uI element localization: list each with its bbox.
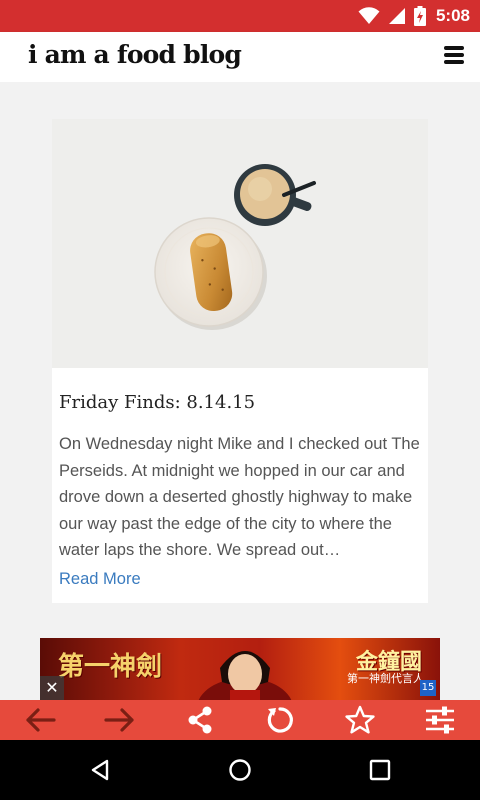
post-title[interactable]: Friday Finds: 8.14.15 — [59, 392, 255, 413]
reload-button[interactable] — [240, 700, 320, 740]
status-time: 5:08 — [435, 6, 470, 25]
post-card: Friday Finds: 8.14.15 On Wednesday night… — [52, 119, 428, 603]
ad-close-button[interactable]: ✕ — [40, 676, 64, 700]
system-navigation-bar — [0, 740, 480, 800]
home-circle-icon — [229, 759, 251, 781]
share-icon — [188, 706, 212, 734]
ad-person-image — [198, 651, 292, 700]
nav-recents-button[interactable] — [340, 740, 420, 800]
status-bar: 5:08 — [0, 0, 480, 32]
menu-button[interactable] — [444, 46, 464, 66]
main-content: Friday Finds: 8.14.15 On Wednesday night… — [0, 82, 480, 638]
ad-banner[interactable]: 第一神劍 金鐘國 第一神劍代言人 15 — [40, 638, 440, 700]
back-arrow-icon — [26, 708, 56, 732]
ad-title-left: 第一神劍 — [58, 652, 163, 682]
site-header: i am a food blog — [0, 32, 480, 82]
star-icon — [345, 705, 375, 734]
battery-charging-icon — [413, 6, 426, 26]
post-image[interactable] — [52, 119, 428, 368]
forward-button[interactable] — [80, 700, 160, 740]
back-button[interactable] — [0, 700, 80, 740]
cell-signal-icon — [388, 8, 405, 24]
nav-back-button[interactable] — [60, 740, 140, 800]
ad-rating-badge: 15 — [420, 680, 436, 696]
bread-and-coffee-photo — [52, 119, 428, 368]
forward-arrow-icon — [104, 708, 134, 732]
settings-button[interactable] — [400, 700, 480, 740]
ad-subtitle: 第一神劍代言人 — [347, 672, 424, 685]
status-icons: 5:08 — [358, 0, 470, 32]
wifi-icon — [358, 7, 380, 24]
reload-icon — [267, 707, 293, 733]
menu-icon — [444, 46, 464, 64]
bookmark-button[interactable] — [320, 700, 400, 740]
read-more-link[interactable]: Read More — [59, 570, 141, 589]
back-triangle-icon — [91, 759, 109, 781]
settings-sliders-icon — [426, 706, 454, 734]
post-excerpt: On Wednesday night Mike and I checked ou… — [59, 435, 420, 559]
share-button[interactable] — [160, 700, 240, 740]
site-logo[interactable]: i am a food blog — [28, 40, 242, 69]
browser-toolbar — [0, 700, 480, 740]
nav-home-button[interactable] — [200, 740, 280, 800]
recents-square-icon — [369, 759, 391, 781]
